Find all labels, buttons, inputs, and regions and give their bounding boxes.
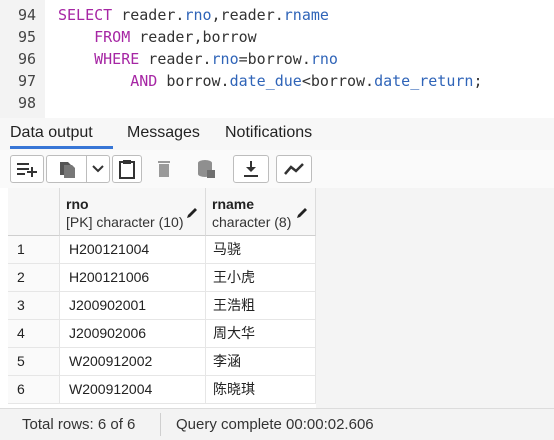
status-divider bbox=[160, 413, 161, 436]
sql-text: <borrow. bbox=[301, 72, 375, 90]
sql-keyword: FROM bbox=[94, 28, 131, 46]
table-row[interactable]: 6 W200912004 陈晓琪 bbox=[8, 376, 316, 404]
chevron-down-icon[interactable] bbox=[92, 164, 104, 174]
total-rows-status: Total rows: 6 of 6 bbox=[22, 416, 136, 433]
sql-text: reader. bbox=[112, 6, 185, 24]
line-number: 94 bbox=[18, 6, 37, 24]
table-row[interactable]: 1 H200121004 马骁 bbox=[8, 236, 316, 264]
code-line[interactable]: 95 FROM reader,borrow bbox=[0, 26, 554, 48]
code-text: AND borrow.date_due<borrow.date_return; bbox=[58, 70, 482, 92]
delete-icon bbox=[158, 161, 170, 177]
line-number: 95 bbox=[18, 28, 37, 46]
row-number: 4 bbox=[8, 320, 60, 347]
sql-field: rno bbox=[184, 6, 212, 24]
table-row[interactable]: 5 W200912002 李涵 bbox=[8, 348, 316, 376]
code-text: SELECT reader.rno,reader.rname bbox=[58, 4, 329, 26]
sql-field: rno bbox=[211, 50, 239, 68]
download-button[interactable] bbox=[233, 155, 269, 183]
sql-text: reader. bbox=[139, 50, 212, 68]
copy-icon bbox=[60, 162, 75, 178]
download-icon bbox=[244, 161, 258, 177]
line-number: 96 bbox=[18, 50, 37, 68]
sql-text: =borrow. bbox=[238, 50, 311, 68]
delete-button[interactable] bbox=[149, 155, 179, 183]
sql-field: rname bbox=[283, 6, 329, 24]
column-type: character (8) bbox=[212, 214, 292, 230]
paste-icon bbox=[119, 160, 135, 179]
results-tab-bar: Data output Messages Notifications bbox=[0, 118, 554, 151]
code-text: WHERE reader.rno=borrow.rno bbox=[58, 48, 338, 70]
code-text: FROM reader,borrow bbox=[58, 26, 257, 48]
edit-pencil-icon[interactable] bbox=[295, 206, 309, 220]
code-line[interactable]: 96 WHERE reader.rno=borrow.rno bbox=[0, 48, 554, 70]
cell-rname[interactable]: 陈晓琪 bbox=[206, 376, 316, 403]
row-number: 6 bbox=[8, 376, 60, 403]
tab-label: Messages bbox=[127, 124, 200, 141]
sql-text: ; bbox=[473, 72, 483, 90]
column-header-rno[interactable]: rno [PK] character (10) bbox=[60, 188, 206, 236]
cell-rname[interactable]: 王小虎 bbox=[206, 264, 316, 291]
cell-rname[interactable]: 周大华 bbox=[206, 320, 316, 347]
table-row[interactable]: 3 J200902001 王浩粗 bbox=[8, 292, 316, 320]
line-number: 97 bbox=[18, 72, 37, 90]
tab-messages[interactable]: Messages bbox=[127, 118, 200, 148]
row-number: 5 bbox=[8, 348, 60, 375]
tab-label: Data output bbox=[10, 124, 93, 141]
save-data-button[interactable] bbox=[189, 155, 223, 183]
sql-field: date_due bbox=[229, 72, 302, 90]
table-row[interactable]: 4 J200902006 周大华 bbox=[8, 320, 316, 348]
line-number: 98 bbox=[18, 94, 37, 112]
tab-notifications[interactable]: Notifications bbox=[225, 118, 312, 148]
row-number: 1 bbox=[8, 236, 60, 263]
cell-rno[interactable]: H200121004 bbox=[60, 236, 206, 263]
paste-button[interactable] bbox=[112, 155, 142, 183]
data-toolbar bbox=[0, 150, 554, 189]
cell-rname[interactable]: 王浩粗 bbox=[206, 292, 316, 319]
cell-rno[interactable]: J200902006 bbox=[60, 320, 206, 347]
sql-text: reader,borrow bbox=[130, 28, 257, 46]
cell-rno[interactable]: J200902001 bbox=[60, 292, 206, 319]
sql-editor[interactable]: 94 SELECT reader.rno,reader.rname 95 FROM … bbox=[0, 0, 554, 118]
graph-icon bbox=[284, 163, 304, 175]
code-line[interactable]: 97 AND borrow.date_due<borrow.date_retur… bbox=[0, 70, 554, 92]
sql-keyword: AND bbox=[130, 72, 158, 90]
cell-rname[interactable]: 马骁 bbox=[206, 236, 316, 263]
sql-keyword: WHERE bbox=[94, 50, 140, 68]
copy-split-button[interactable] bbox=[46, 155, 110, 183]
cell-rno[interactable]: H200121006 bbox=[60, 264, 206, 291]
split-divider bbox=[86, 156, 87, 182]
status-bar: Total rows: 6 of 6 Query complete 00:00:… bbox=[0, 408, 554, 440]
sql-text: borrow. bbox=[157, 72, 230, 90]
sql-field: rno bbox=[310, 50, 338, 68]
save-data-icon bbox=[198, 160, 215, 178]
tab-label: Notifications bbox=[225, 124, 313, 141]
column-type: [PK] character (10) bbox=[66, 214, 184, 230]
sql-text: ,reader. bbox=[211, 6, 284, 24]
row-number: 2 bbox=[8, 264, 60, 291]
row-number-header bbox=[8, 188, 60, 236]
query-complete-status: Query complete 00:00:02.606 bbox=[176, 416, 374, 433]
cell-rname[interactable]: 李涵 bbox=[206, 348, 316, 375]
column-name: rno bbox=[66, 196, 89, 212]
code-line[interactable]: 94 SELECT reader.rno,reader.rname bbox=[0, 4, 554, 26]
sql-field: date_return bbox=[374, 72, 474, 90]
table-row[interactable]: 2 H200121006 王小虎 bbox=[8, 264, 316, 292]
edit-pencil-icon[interactable] bbox=[185, 206, 199, 220]
add-row-button[interactable] bbox=[10, 155, 44, 183]
add-row-icon bbox=[17, 163, 37, 177]
column-name: rname bbox=[212, 196, 255, 212]
code-line[interactable]: 98 bbox=[0, 92, 554, 114]
cell-rno[interactable]: W200912004 bbox=[60, 376, 206, 403]
cell-rno[interactable]: W200912002 bbox=[60, 348, 206, 375]
graph-visualiser-button[interactable] bbox=[276, 155, 312, 183]
sql-keyword: SELECT bbox=[58, 6, 113, 24]
data-grid: rno [PK] character (10) rname character … bbox=[0, 188, 554, 408]
row-number: 3 bbox=[8, 292, 60, 319]
tab-data-output[interactable]: Data output bbox=[10, 118, 113, 149]
column-header-rname[interactable]: rname character (8) bbox=[206, 188, 316, 236]
grid-empty-area bbox=[316, 188, 554, 408]
